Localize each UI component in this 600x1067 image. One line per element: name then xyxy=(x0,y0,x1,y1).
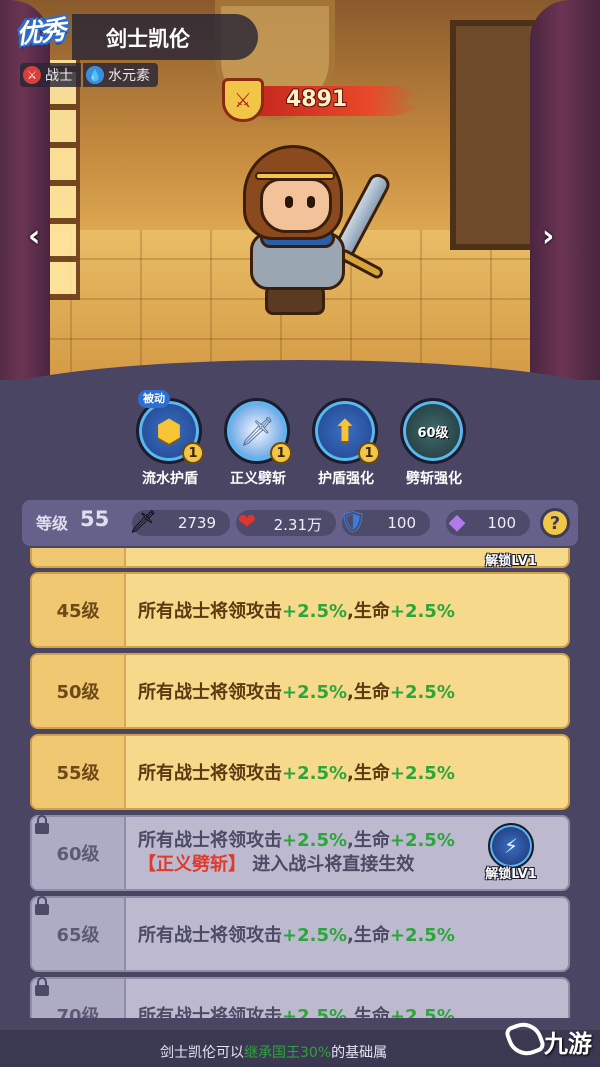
skill-1[interactable]: ⬢ 被动 1 流水护盾 xyxy=(130,390,210,490)
level-label: 等级 xyxy=(36,514,69,533)
skill-2[interactable]: 🗡 1 正义劈斩 xyxy=(218,390,298,490)
rank-badge: 优秀 xyxy=(10,4,80,66)
scene-curtain-right xyxy=(530,0,600,380)
warrior-class-icon: ⚔ xyxy=(23,66,41,84)
skill-name: 正义劈斩 xyxy=(230,471,286,487)
next-hero-arrow-icon[interactable]: › xyxy=(542,222,566,252)
list-item: 60级 所有战士将领攻击+2.5%,生命+2.5% 【正义劈斩】 进入战斗将直接… xyxy=(30,815,570,891)
hero-name-bar: 剑士凯伦 xyxy=(72,14,258,60)
locked-skill-icon: 60级 xyxy=(400,398,466,464)
list-item: 55级 所有战士将领攻击+2.5%,生命+2.5% xyxy=(30,734,570,810)
hero-headband xyxy=(255,172,335,180)
crystal-stat: ◆ 100 xyxy=(446,510,530,536)
padlock-icon xyxy=(34,815,50,835)
combat-power: ⚔ 4891 xyxy=(220,78,420,122)
list-item: 65级 所有战士将领攻击+2.5%,生命+2.5% xyxy=(30,896,570,972)
row-level: 50级 xyxy=(32,655,126,727)
passive-badge: 被动 xyxy=(138,390,170,408)
level-bonus-list[interactable]: 解锁LV1 45级 所有战士将领攻击+2.5%,生命+2.5% 50级 所有战士… xyxy=(30,548,570,1018)
hp-stat: ❤ 2.31万 xyxy=(236,510,336,536)
element-tag: 💧 水元素 xyxy=(83,63,158,87)
watermark-logo-icon xyxy=(503,1017,547,1061)
unlock-label: 解锁LV1 xyxy=(485,867,537,882)
row-description: 所有战士将领攻击+2.5%,生命+2.5% xyxy=(138,682,455,703)
watermark-text: 九游 xyxy=(544,1030,592,1058)
scene-shelf xyxy=(450,20,540,250)
defense-stat: 🛡 100 xyxy=(339,510,430,536)
padlock-icon xyxy=(34,896,50,916)
skill-name: 流水护盾 xyxy=(142,471,198,487)
skill-bar: ⬢ 被动 1 流水护盾 🗡 1 正义劈斩 ⬆ 1 护盾强化 60级 劈斩强化 xyxy=(130,390,475,490)
list-item: 45级 所有战士将领攻击+2.5%,生命+2.5% xyxy=(30,572,570,648)
skill-lock-level: 60级 xyxy=(417,425,449,441)
skill-level-badge: 1 xyxy=(182,442,204,464)
prev-hero-arrow-icon[interactable]: ‹ xyxy=(28,222,52,252)
skill-level-badge: 1 xyxy=(270,442,292,464)
hero-name: 剑士凯伦 xyxy=(106,27,190,51)
hero-character-sprite[interactable] xyxy=(225,140,395,320)
list-item: 70级 所有战士将领攻击+2.5%,生命+2.5% xyxy=(30,977,570,1018)
stats-bar: 等级 55 🗡 2739 ❤ 2.31万 🛡 100 ◆ 100 ? xyxy=(22,500,578,546)
row-level xyxy=(32,548,126,566)
defense-value: 100 xyxy=(387,514,416,532)
attack-stat: 🗡 2739 xyxy=(129,510,230,536)
power-shield-icon: ⚔ xyxy=(222,78,264,122)
heart-icon: ❤ xyxy=(237,509,257,535)
hero-face xyxy=(260,178,332,233)
list-item: 50级 所有战士将领攻击+2.5%,生命+2.5% xyxy=(30,653,570,729)
watermark: 九游 xyxy=(503,1017,598,1062)
hero-tags: ⚔ 战士 💧 水元素 xyxy=(20,63,160,87)
sword-icon: 🗡 xyxy=(129,509,157,535)
row-description: 所有战士将领攻击+2.5%,生命+2.5% xyxy=(138,763,455,784)
skill-3[interactable]: ⬆ 1 护盾强化 xyxy=(306,390,386,490)
row-level: 45级 xyxy=(32,574,126,646)
skill-name: 劈斩强化 xyxy=(406,471,462,487)
purple-crystal-icon: ◆ xyxy=(448,509,466,535)
attack-value: 2739 xyxy=(177,514,216,532)
element-tag-label: 水元素 xyxy=(108,68,150,84)
defense-shield-icon: 🛡 xyxy=(339,509,367,535)
inherit-text: 剑士凯伦可以继承国王30%的基础属 xyxy=(160,1045,388,1061)
class-tag-label: 战士 xyxy=(45,68,73,84)
row-description: 所有战士将领攻击+2.5%,生命+2.5% 【正义劈斩】 进入战斗将直接生效 xyxy=(138,830,455,875)
rank-label: 优秀 xyxy=(14,15,66,51)
row-description: 所有战士将领攻击+2.5%,生命+2.5% xyxy=(138,1006,455,1018)
skill-4[interactable]: 60级 劈斩强化 xyxy=(394,390,474,490)
unlock-label: 解锁LV1 xyxy=(485,554,537,569)
hp-value: 2.31万 xyxy=(273,516,322,534)
skill-name: 护盾强化 xyxy=(318,471,374,487)
crystal-value: 100 xyxy=(487,514,516,532)
hero-eye-right xyxy=(307,196,315,208)
help-icon[interactable]: ? xyxy=(540,508,570,538)
row-description: 所有战士将领攻击+2.5%,生命+2.5% xyxy=(138,925,455,946)
row-description: 所有战士将领攻击+2.5%,生命+2.5% xyxy=(138,601,455,622)
class-tag: ⚔ 战士 xyxy=(20,63,81,87)
row-level: 55级 xyxy=(32,736,126,808)
skill-level-badge: 1 xyxy=(358,442,380,464)
water-drop-icon: 💧 xyxy=(86,66,104,84)
unlock-badge[interactable]: ⚡ 解锁LV1 xyxy=(478,823,542,887)
hero-eye-left xyxy=(285,196,293,208)
level-value: 55 xyxy=(80,507,110,531)
padlock-icon xyxy=(34,977,50,997)
power-value: 4891 xyxy=(286,87,348,112)
list-item: 解锁LV1 xyxy=(30,548,570,569)
